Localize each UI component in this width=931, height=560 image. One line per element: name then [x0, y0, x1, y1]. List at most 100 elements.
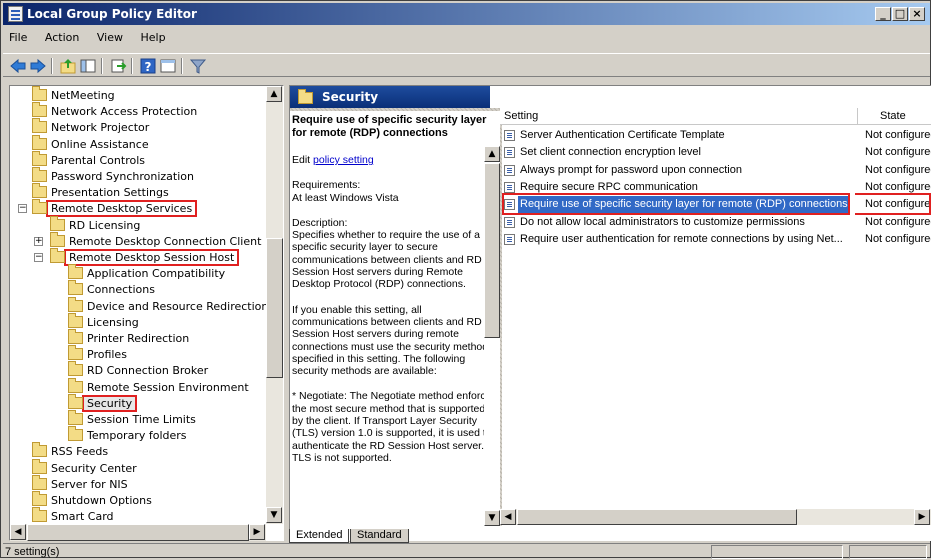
- setting-row[interactable]: Server Authentication Certificate Templa…: [500, 127, 931, 144]
- close-button[interactable]: ×: [909, 7, 925, 21]
- tab-standard[interactable]: Standard: [350, 529, 409, 543]
- tree-item[interactable]: Connections: [68, 280, 155, 298]
- forward-arrow-icon[interactable]: [29, 57, 47, 75]
- folder-icon: [68, 410, 83, 425]
- expand-collapse-icon[interactable]: +: [34, 236, 43, 246]
- tree-item[interactable]: − Remote Desktop Session Host: [34, 248, 240, 266]
- setting-state: Not configured: [865, 215, 931, 228]
- description-scrollbar[interactable]: ▲ ▼: [484, 146, 500, 526]
- tree-item[interactable]: Printer Redirection: [68, 329, 189, 347]
- menu-view[interactable]: View: [97, 31, 123, 44]
- scroll-right-icon[interactable]: ▶: [914, 509, 930, 525]
- setting-row[interactable]: Do not allow local administrators to cus…: [500, 214, 931, 231]
- tree-item[interactable]: Network Access Protection: [32, 102, 198, 120]
- tree-item[interactable]: RD Licensing: [50, 215, 140, 234]
- scroll-down-icon[interactable]: ▼: [484, 510, 500, 526]
- toolbar: ?: [3, 53, 930, 77]
- folder-icon: [68, 280, 83, 296]
- column-setting[interactable]: Setting: [504, 110, 538, 122]
- minimize-button[interactable]: _: [875, 7, 891, 21]
- scroll-up-icon[interactable]: ▲: [484, 146, 500, 162]
- tree-item[interactable]: Shutdown Options: [32, 491, 152, 509]
- tree-item[interactable]: Security: [68, 393, 138, 412]
- scroll-right-icon[interactable]: ▶: [249, 524, 265, 540]
- scroll-left-icon[interactable]: ◀: [10, 524, 26, 540]
- back-arrow-icon[interactable]: [9, 57, 27, 75]
- tree-horizontal-scrollbar[interactable]: ◀ ▶: [10, 524, 266, 541]
- tree-item-label: Profiles: [87, 348, 127, 362]
- tree-item[interactable]: Temporary folders: [68, 426, 187, 444]
- tree-item[interactable]: Device and Resource Redirection: [68, 296, 268, 315]
- folder-icon: [68, 361, 83, 377]
- scroll-down-icon[interactable]: ▼: [266, 507, 282, 523]
- folder-icon: [68, 312, 83, 328]
- column-divider[interactable]: [857, 108, 858, 125]
- scroll-thumb[interactable]: [27, 524, 249, 541]
- scroll-thumb[interactable]: [517, 509, 797, 525]
- scroll-up-icon[interactable]: ▲: [266, 86, 282, 102]
- tab-extended[interactable]: Extended: [289, 529, 350, 543]
- help-icon[interactable]: ?: [139, 57, 157, 75]
- setting-row[interactable]: Require user authentication for remote c…: [500, 231, 931, 248]
- tree-item[interactable]: Application Compatibility: [68, 264, 226, 282]
- folder-icon: [68, 345, 83, 361]
- tree-item[interactable]: NetMeeting: [32, 86, 115, 104]
- pane-divider: [290, 108, 501, 111]
- tree-item[interactable]: + Remote Desktop Connection Client: [34, 231, 262, 250]
- policy-setting-icon: [504, 181, 515, 193]
- tree-item[interactable]: RSS Feeds: [32, 442, 108, 460]
- export-list-icon[interactable]: [109, 57, 127, 75]
- maximize-button[interactable]: □: [892, 7, 908, 21]
- folder-icon: [32, 199, 47, 215]
- edit-policy-link[interactable]: policy setting: [313, 154, 374, 166]
- tree-item-label: Licensing: [87, 315, 139, 329]
- expand-collapse-icon[interactable]: −: [18, 204, 27, 214]
- tree-item[interactable]: Licensing: [68, 312, 139, 331]
- tree-item[interactable]: Remote Session Environment: [68, 377, 249, 396]
- extended-description: Require use of specific security layer f…: [292, 114, 498, 526]
- tree-item[interactable]: Parental Controls: [32, 150, 145, 169]
- tree-item[interactable]: Online Assistance: [32, 134, 149, 153]
- show-hide-tree-icon[interactable]: [79, 57, 97, 75]
- setting-name: Set client connection encryption level: [520, 146, 701, 159]
- setting-row[interactable]: Set client connection encryption level No…: [500, 144, 931, 161]
- menu-action[interactable]: Action: [45, 31, 79, 44]
- tree-item[interactable]: Network Projector: [32, 118, 149, 136]
- setting-name: Server Authentication Certificate Templa…: [520, 129, 725, 141]
- scroll-thumb[interactable]: [484, 163, 500, 338]
- section-header: Security: [290, 86, 490, 108]
- tree-item[interactable]: Presentation Settings: [32, 183, 169, 201]
- tree-item[interactable]: RD Connection Broker: [68, 361, 208, 379]
- up-folder-icon[interactable]: [59, 57, 77, 75]
- properties-icon[interactable]: [159, 57, 177, 75]
- menu-help[interactable]: Help: [140, 31, 165, 44]
- title-bar: Local Group Policy Editor _ □ ×: [3, 3, 930, 25]
- tree-item-label: Remote Desktop Connection Client: [69, 234, 262, 248]
- scroll-thumb[interactable]: [266, 238, 283, 378]
- tree-item[interactable]: Profiles: [68, 345, 127, 363]
- tree-item-label: Network Access Protection: [51, 105, 198, 119]
- filter-icon[interactable]: [189, 57, 207, 75]
- tree-item[interactable]: Smart Card: [32, 507, 114, 525]
- status-bar: 7 setting(s): [3, 543, 930, 559]
- status-text: 7 setting(s): [5, 546, 60, 558]
- expand-collapse-icon[interactable]: −: [34, 253, 43, 262]
- folder-icon: [32, 458, 47, 474]
- policy-setting-icon: [504, 130, 515, 141]
- tree-item[interactable]: Session Time Limits: [68, 410, 196, 428]
- column-state[interactable]: State: [880, 110, 906, 122]
- tree-item-label: Application Compatibility: [87, 267, 226, 281]
- tree-item[interactable]: Password Synchronization: [32, 167, 194, 185]
- folder-icon: [68, 296, 83, 312]
- tree-item-label: Presentation Settings: [51, 186, 169, 200]
- scroll-left-icon[interactable]: ◀: [500, 509, 516, 525]
- tree-item[interactable]: Security Center: [32, 458, 137, 477]
- policy-tree: NetMeeting Network Access Protection Netwo…: [9, 85, 284, 541]
- tree-item[interactable]: Server for NIS: [32, 474, 128, 493]
- folder-icon: [32, 86, 47, 101]
- list-horizontal-scrollbar[interactable]: ◀ ▶: [500, 509, 931, 525]
- tree-item-label: Parental Controls: [51, 153, 145, 167]
- setting-row[interactable]: Always prompt for password upon connecti…: [500, 162, 931, 179]
- tree-vertical-scrollbar[interactable]: ▲ ▼: [266, 86, 283, 524]
- menu-file[interactable]: File: [9, 31, 27, 44]
